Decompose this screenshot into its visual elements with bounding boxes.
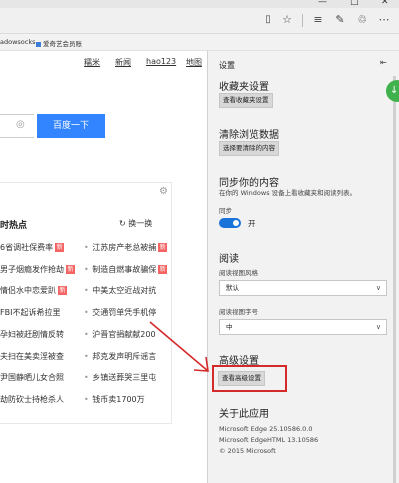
view-favorites-settings-button[interactable]: 查看收藏夹设置 bbox=[219, 93, 273, 108]
hot-topic-item[interactable]: 劫防砍士持枪杀人 bbox=[0, 394, 64, 405]
maximize-icon[interactable]: □ bbox=[350, 0, 359, 7]
reading-style-select[interactable]: 默认 ∨ bbox=[219, 280, 387, 296]
reading-font-label: 阅读视图字号 bbox=[219, 308, 258, 316]
web-note-icon[interactable]: ✎ bbox=[333, 13, 347, 27]
chevron-down-icon: ∨ bbox=[375, 284, 381, 292]
hot-topic-item[interactable]: • 邦克发声明斥谣言 bbox=[84, 351, 156, 362]
new-badge: 新 bbox=[66, 264, 75, 274]
hot-topic-item[interactable]: 情侣水中恋爱趴新 bbox=[0, 285, 67, 296]
minimize-icon[interactable]: — bbox=[318, 0, 327, 7]
reading-heading: 阅读 bbox=[219, 254, 239, 265]
bullet-icon: • bbox=[84, 286, 92, 296]
hot-topic-item[interactable]: • 江苏房产老总被捕新 bbox=[84, 242, 168, 253]
bullet-icon: • bbox=[84, 243, 92, 252]
gear-icon[interactable]: ⚙ bbox=[159, 186, 168, 197]
favorites-item[interactable]: 爱奇艺会员账 bbox=[36, 38, 82, 48]
top-link-nuomi[interactable]: 糯米 bbox=[84, 57, 100, 68]
top-link-hao123[interactable]: hao123 bbox=[146, 57, 176, 66]
bullet-icon: • bbox=[84, 264, 92, 274]
hot-topic-item[interactable]: 6省调社保费率新 bbox=[0, 242, 65, 253]
title-bar: — □ ✕ bbox=[0, 0, 399, 8]
hot-topic-item[interactable]: FBI不起诉希拉里 bbox=[0, 307, 60, 318]
sync-toggle[interactable] bbox=[219, 218, 241, 228]
reading-view-icon[interactable]: ▯ bbox=[261, 13, 275, 27]
toolbar-separator bbox=[302, 14, 303, 27]
hot-topic-item[interactable]: • 乡镇送葬哭三里屯 bbox=[84, 372, 156, 383]
reading-style-label: 阅读视图风格 bbox=[219, 269, 258, 277]
refresh-button[interactable]: ↻ 换一换 bbox=[119, 218, 152, 229]
hot-topic-item[interactable]: • 制造自燃事故骗保新 bbox=[84, 264, 168, 275]
refresh-icon: ↻ bbox=[119, 219, 126, 228]
hub-icon[interactable]: ≡ bbox=[311, 13, 325, 27]
about-line: Microsoft Edge 25.10586.0.0 bbox=[219, 425, 313, 433]
bookmark-icon bbox=[36, 41, 41, 47]
bullet-icon: • bbox=[84, 394, 92, 404]
chevron-down-icon: ∨ bbox=[375, 323, 381, 331]
camera-icon[interactable]: ◎ bbox=[16, 119, 25, 130]
hot-topic-item[interactable]: 孕妇被赶剧情反转 bbox=[0, 329, 64, 340]
hot-topic-item[interactable]: 男子烟瘾发作抢劫新 bbox=[0, 264, 75, 275]
settings-scrollbar[interactable] bbox=[393, 76, 396, 483]
hot-topic-item[interactable]: • 钱币卖1700万 bbox=[84, 394, 145, 405]
top-link-map[interactable]: 地图 bbox=[186, 57, 202, 68]
choose-what-to-clear-button[interactable]: 选择要清除的内容 bbox=[219, 141, 279, 156]
pin-icon[interactable]: ⇤ bbox=[380, 58, 387, 67]
sync-description: 在你的 Windows 设备上看收藏夹和阅读列表。 bbox=[219, 189, 357, 197]
clear-data-heading: 清除浏览数据 bbox=[219, 130, 279, 141]
bullet-icon: • bbox=[84, 373, 92, 383]
bullet-icon: • bbox=[84, 308, 92, 318]
hot-topic-item[interactable]: 尹国静晒儿女合照 bbox=[0, 372, 64, 383]
reading-font-select[interactable]: 中 ∨ bbox=[219, 319, 387, 335]
share-icon[interactable]: ♲ bbox=[355, 13, 369, 27]
sync-label: 同步 bbox=[219, 207, 232, 215]
new-badge: 新 bbox=[58, 286, 67, 296]
favorites-star-icon[interactable]: ☆ bbox=[280, 13, 294, 27]
sync-state: 开 bbox=[248, 219, 256, 228]
search-button[interactable]: 百度一下 bbox=[37, 114, 105, 138]
hot-topic-item[interactable]: • 交通罚单凭手机停 bbox=[84, 307, 156, 318]
hot-topic-item[interactable]: • 沪晋官捐献献200 bbox=[84, 329, 156, 340]
new-badge: 新 bbox=[158, 264, 168, 274]
browser-toolbar: ▯ ☆ ≡ ✎ ♲ ⋯ bbox=[0, 8, 399, 34]
hot-topic-item[interactable]: • 中美太空近战对抗 bbox=[84, 285, 156, 296]
favorites-bar: adowsocks 爱奇艺会员账 bbox=[0, 34, 399, 51]
favorites-settings-heading: 收藏夹设置 bbox=[219, 82, 269, 93]
about-heading: 关于此应用 bbox=[219, 409, 269, 420]
hot-topic-item[interactable]: 夫扫在美卖淫被查 bbox=[0, 351, 64, 362]
more-icon[interactable]: ⋯ bbox=[377, 13, 391, 27]
close-icon[interactable]: ✕ bbox=[381, 0, 389, 7]
bullet-icon: • bbox=[84, 351, 92, 361]
settings-title: 设置 bbox=[219, 61, 235, 70]
new-badge: 新 bbox=[55, 243, 65, 252]
highlight-box bbox=[212, 365, 287, 392]
favorites-item[interactable]: adowsocks bbox=[0, 38, 36, 46]
top-link-news[interactable]: 新闻 bbox=[115, 57, 131, 68]
new-badge: 新 bbox=[158, 243, 168, 252]
bullet-icon: • bbox=[84, 329, 92, 339]
about-line: Microsoft EdgeHTML 13.10586 bbox=[219, 436, 319, 444]
hot-topics-title: 时热点 bbox=[0, 221, 28, 231]
about-line: © 2015 Microsoft bbox=[219, 447, 276, 455]
